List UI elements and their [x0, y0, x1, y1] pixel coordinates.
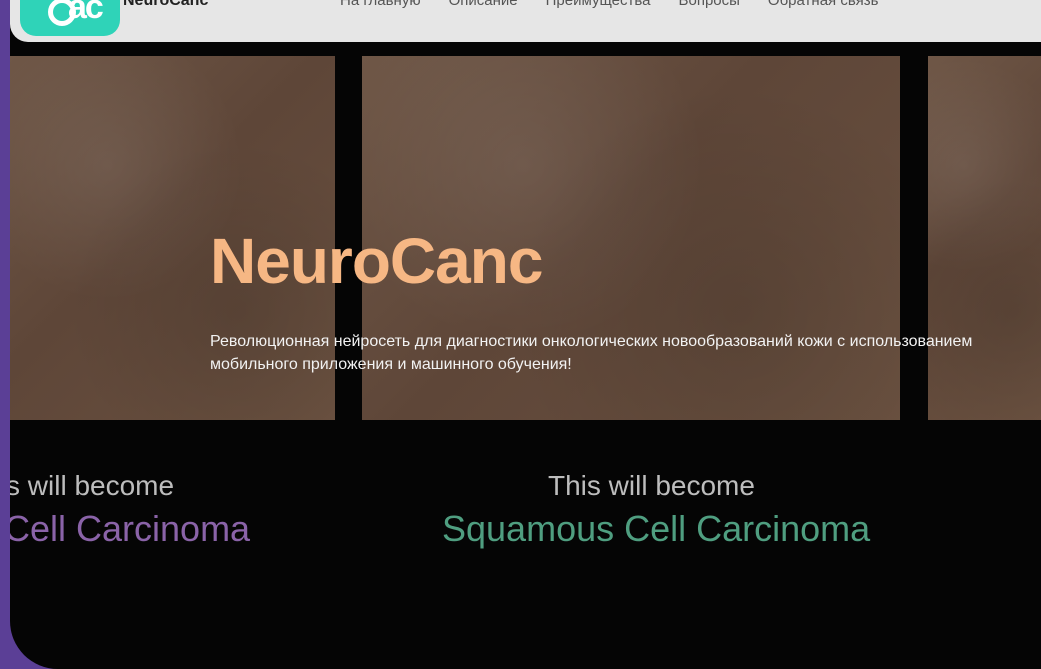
nav-link-questions[interactable]: Вопросы — [678, 0, 739, 9]
caption-middle-diagnosis: Squamous Cell Carcinoma — [442, 508, 871, 549]
brand-name[interactable]: NeuroCanc — [123, 0, 208, 10]
hero-subtitle: Революционная нейросеть для диагностики … — [210, 333, 973, 373]
nav-link-feedback[interactable]: Обратная связь — [768, 0, 879, 9]
nav-link-home[interactable]: На главную — [340, 0, 421, 9]
logo-icon[interactable]: ac — [20, 0, 120, 36]
nav-links: На главную Описание Преимущества Вопросы… — [340, 0, 878, 9]
hero-title: NeuroCanc — [210, 225, 543, 297]
logo-letters: ac — [68, 0, 104, 26]
nav-link-advantages[interactable]: Преимущества — [546, 0, 651, 9]
nav-link-description[interactable]: Описание — [449, 0, 518, 9]
top-navbar: ac NeuroCanc На главную Описание Преимущ… — [10, 0, 1041, 42]
caption-middle-prefix: This will become — [548, 470, 755, 501]
hero-banner: NeuroCanc Революционная нейросеть для ди… — [10, 56, 1041, 420]
caption-left-diagnosis: Cell Carcinoma — [10, 508, 251, 549]
app-window: ac NeuroCanc На главную Описание Преимущ… — [10, 0, 1041, 669]
caption-left-prefix: s will become — [10, 470, 175, 501]
